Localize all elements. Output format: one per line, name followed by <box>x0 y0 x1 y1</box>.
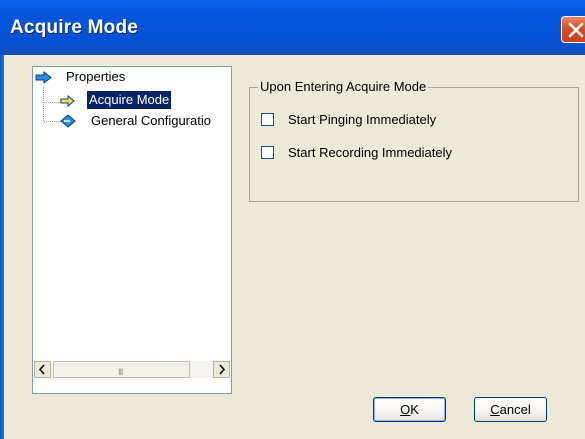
settings-tree[interactable]: Properties Acquire Mode General Configur… <box>32 66 232 394</box>
title-bar[interactable]: Acquire Mode <box>0 0 585 55</box>
chevron-right-icon <box>219 364 226 375</box>
start-recording-checkbox[interactable] <box>261 146 274 159</box>
acquire-mode-group: Upon Entering Acquire Mode Start Pinging… <box>249 79 579 202</box>
tree-connector <box>44 102 61 103</box>
tree-connector <box>43 87 44 121</box>
group-title: Upon Entering Acquire Mode <box>258 79 429 94</box>
ok-button[interactable]: OK <box>373 397 446 422</box>
scroll-thumb[interactable]: III <box>53 361 190 378</box>
cancel-button[interactable]: Cancel <box>474 397 547 422</box>
scroll-grip: III <box>118 367 123 377</box>
diamond-arrow-icon <box>60 114 76 133</box>
checkbox-label: Start Recording Immediately <box>288 145 453 160</box>
window-frame-left <box>0 55 4 439</box>
ok-mnemonic: O <box>400 402 411 417</box>
tree-item-label: General Configuratio <box>91 113 211 128</box>
cancel-label: ancel <box>499 402 531 417</box>
start-pinging-checkbox[interactable] <box>261 113 274 126</box>
ok-label: K <box>410 402 419 417</box>
arrow-right-icon <box>60 94 76 112</box>
tree-item-label: Acquire Mode <box>87 91 172 109</box>
scroll-right-button[interactable] <box>213 361 230 378</box>
arrow-right-icon <box>35 70 53 89</box>
tree-item-label: Properties <box>66 69 126 84</box>
chevron-left-icon <box>38 364 45 375</box>
close-button[interactable] <box>561 16 585 43</box>
close-icon <box>568 22 584 38</box>
cancel-mnemonic: C <box>490 402 500 417</box>
checkbox-label: Start Pinging Immediately <box>288 112 437 127</box>
tree-connector <box>44 121 61 122</box>
window-title: Acquire Mode <box>10 17 139 38</box>
scroll-left-button[interactable] <box>34 361 51 378</box>
dialog-window: Acquire Mode Properties Acquire Mode Gen… <box>0 0 585 439</box>
tree-horizontal-scrollbar[interactable]: III <box>34 361 230 378</box>
